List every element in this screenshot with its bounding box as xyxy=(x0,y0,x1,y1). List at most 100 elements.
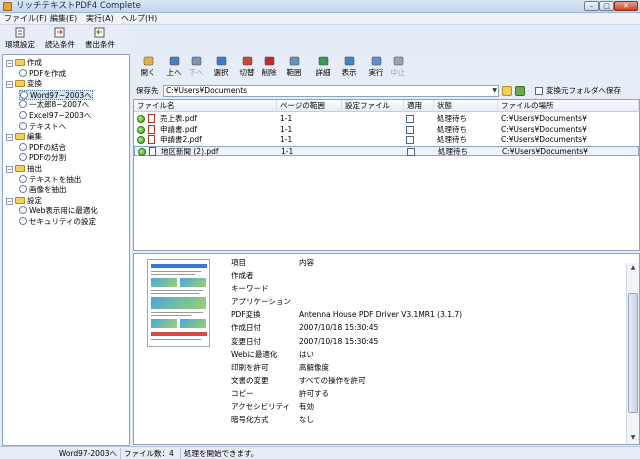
apply-checkbox[interactable] xyxy=(407,147,415,156)
properties-scrollbar[interactable]: ▲ ▼ xyxy=(626,263,639,444)
up-button-label: 上へ xyxy=(166,68,182,77)
delete-button[interactable]: 削除 xyxy=(258,56,280,78)
tree-folder-extract[interactable]: − 抽出 xyxy=(6,164,42,174)
file-row[interactable]: 地区新聞 (2).pdf 1-1 処理待ち C:¥Users¥Documents¥ xyxy=(134,145,639,156)
save-destination-combo[interactable]: C:¥Users¥Documents ▼ xyxy=(163,85,499,97)
menu-file[interactable]: ファイル(F) xyxy=(4,13,47,25)
status-ok-icon xyxy=(137,115,145,123)
details-button-label: 詳細 xyxy=(315,68,331,77)
header-filename[interactable]: ファイル名 xyxy=(134,100,277,112)
scroll-up-icon[interactable]: ▲ xyxy=(627,263,639,273)
import-conditions-icon xyxy=(54,27,65,38)
tree-item-label: 変換 xyxy=(27,79,42,89)
property-row: 印刷を許可 高解像度 xyxy=(134,362,624,374)
header-location[interactable]: ファイルの場所 xyxy=(498,100,639,112)
collapse-toggle-icon[interactable]: − xyxy=(6,197,13,205)
apply-checkbox[interactable] xyxy=(406,115,414,123)
tree-item-to-ichitaro[interactable]: 一太郎8~2007へ xyxy=(19,100,89,110)
tree-item-label: Web表示用に最適化 xyxy=(29,206,98,216)
save-to-source-checkbox[interactable] xyxy=(535,87,543,95)
folder-browse-icon[interactable] xyxy=(502,86,512,96)
property-row: 作成者 xyxy=(134,270,624,282)
properties-header-item: 項目 xyxy=(231,258,246,267)
save-to-source-label: 変換元フォルダへ保存 xyxy=(546,86,621,95)
toggle-icon xyxy=(242,56,252,66)
range-button[interactable]: 範囲 xyxy=(283,56,305,78)
tree-item-extract-text[interactable]: テキストを抽出 xyxy=(19,174,82,185)
tree-item-web-optimize[interactable]: Web表示用に最適化 xyxy=(19,206,98,216)
toggle-button[interactable]: 切替 xyxy=(236,56,258,78)
save-destination-bar: 保存先 C:¥Users¥Documents ▼ 変換元フォルダへ保存 xyxy=(133,84,640,98)
apply-checkbox[interactable] xyxy=(406,136,414,144)
task-icon xyxy=(19,185,27,194)
pdf-file-icon xyxy=(148,114,155,123)
tree-item-to-excel[interactable]: Excel97~2003へ xyxy=(19,111,91,121)
tree-item-label: テキストを抽出 xyxy=(29,174,82,184)
collapse-toggle-icon[interactable]: − xyxy=(6,60,13,67)
status-ok-icon xyxy=(137,125,145,134)
export-conditions-button[interactable]: 書出条件 xyxy=(83,27,117,49)
toggle-button-label: 切替 xyxy=(239,68,255,77)
tree-folder-edit[interactable]: − 編集 xyxy=(6,132,42,142)
chevron-down-icon[interactable]: ▼ xyxy=(492,86,497,96)
tree-item-merge-pdf[interactable]: PDFの結合 xyxy=(19,142,67,153)
header-apply[interactable]: 適用 xyxy=(404,100,434,112)
tree-folder-create[interactable]: − 作成 xyxy=(6,58,42,68)
file-row[interactable]: 申請書.pdf 1-1 処理待ち C:¥Users¥Documents¥ xyxy=(134,124,639,135)
tree-item-label: PDFの結合 xyxy=(29,142,67,152)
collapse-toggle-icon[interactable]: − xyxy=(6,166,13,173)
header-status[interactable]: 状態 xyxy=(434,100,498,112)
task-icon xyxy=(19,142,27,151)
minimize-button[interactable]: – xyxy=(584,1,599,11)
file-row[interactable]: 売上表.pdf 1-1 処理待ち C:¥Users¥Documents¥ xyxy=(134,114,639,124)
stop-button-label: 中止 xyxy=(390,68,406,77)
details-button[interactable]: 詳細 xyxy=(312,56,334,78)
collapse-toggle-icon[interactable]: − xyxy=(6,81,13,89)
import-conditions-button[interactable]: 読込条件 xyxy=(43,27,77,49)
property-key: アプリケーション xyxy=(231,297,291,307)
header-page-range[interactable]: ページの範囲 xyxy=(277,100,342,112)
tree-folder-settings[interactable]: − 設定 xyxy=(6,196,42,206)
details-icon xyxy=(318,56,328,66)
tree-item-extract-images[interactable]: 画像を抽出 xyxy=(19,185,67,195)
file-name: 申請書.pdf xyxy=(160,124,198,134)
property-value: 許可する xyxy=(299,388,329,398)
select-button[interactable]: 選択 xyxy=(210,56,232,78)
up-button[interactable]: 上へ xyxy=(163,56,185,78)
task-icon xyxy=(19,217,27,225)
tree-item-label: セキュリティの設定 xyxy=(29,217,97,226)
maximize-button[interactable]: □ xyxy=(599,1,614,11)
menu-edit[interactable]: 編集(E) xyxy=(50,13,77,25)
header-setting-file[interactable]: 設定ファイル xyxy=(342,100,404,112)
task-icon xyxy=(19,68,27,77)
task-icon xyxy=(19,100,27,109)
tree-item-label: PDFの分割 xyxy=(29,153,67,163)
file-status: 処理待ち xyxy=(437,135,467,144)
menu-run[interactable]: 実行(A) xyxy=(86,13,114,25)
file-list: ファイル名 ページの範囲 設定ファイル 適用 状態 ファイルの場所 売上表.pd… xyxy=(133,99,640,251)
property-key: 作成日付 xyxy=(231,323,261,333)
status-bar: Word97-2003へ ファイル数：4 処理を開始できます。 xyxy=(0,446,640,459)
tree-item-to-text[interactable]: テキストへ xyxy=(19,121,66,132)
property-key: PDF変換 xyxy=(231,310,261,320)
tree-item-create-pdf[interactable]: PDFを作成 xyxy=(19,68,66,79)
save-destination-value: C:¥Users¥Documents xyxy=(166,86,248,95)
view-button[interactable]: 表示 xyxy=(338,56,360,78)
close-button[interactable]: ✕ xyxy=(614,1,638,11)
tree-folder-convert[interactable]: − 変換 xyxy=(6,79,42,89)
open-button[interactable]: 開く xyxy=(137,56,159,78)
file-toolbar: 開く 上へ 下へ 選択 切替 削除 範囲 詳細 表示 実行 中止 xyxy=(133,54,640,84)
scrollbar-thumb[interactable] xyxy=(628,293,638,413)
collapse-toggle-icon[interactable]: − xyxy=(6,134,13,142)
tree-item-security[interactable]: セキュリティの設定 xyxy=(19,217,96,227)
refresh-icon[interactable] xyxy=(515,86,525,96)
scroll-down-icon[interactable]: ▼ xyxy=(627,433,639,443)
tree-item-split-pdf[interactable]: PDFの分割 xyxy=(19,153,66,163)
apply-checkbox[interactable] xyxy=(406,125,414,134)
tree-item-to-word[interactable]: Word97~2003へ xyxy=(19,89,93,100)
settings-button[interactable]: 環境設定 xyxy=(3,27,37,49)
menu-help[interactable]: ヘルプ(H) xyxy=(121,13,157,25)
file-row[interactable]: 申請書2.pdf 1-1 処理待ち C:¥Users¥Documents¥ xyxy=(134,135,639,145)
property-row: 変更日付 2007/10/18 15:30:45 xyxy=(134,336,624,348)
run-button[interactable]: 実行 xyxy=(365,56,387,78)
